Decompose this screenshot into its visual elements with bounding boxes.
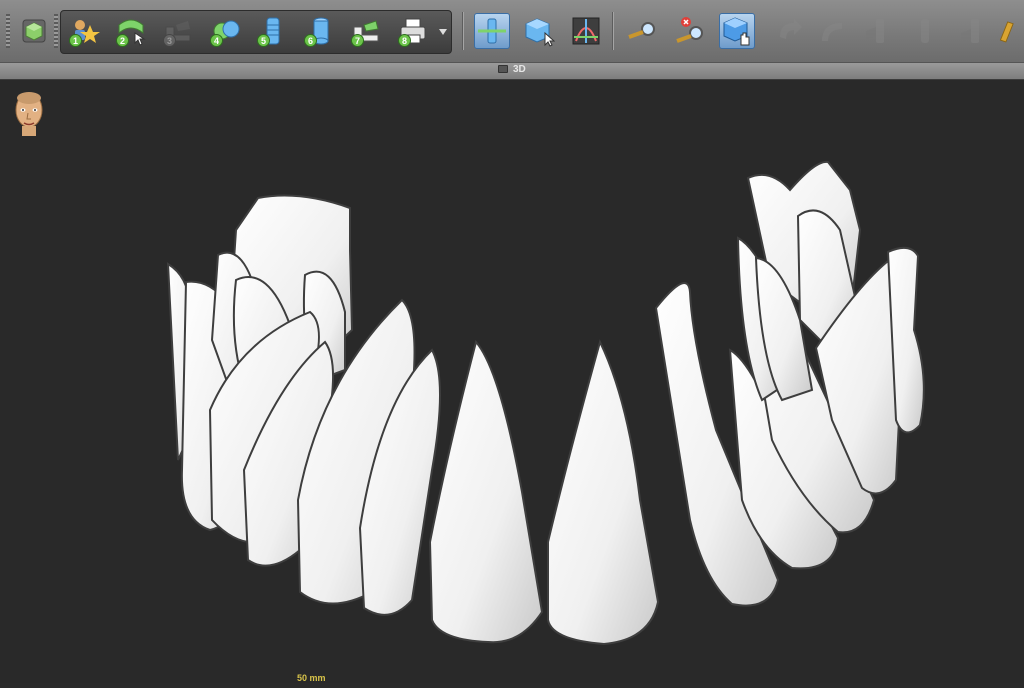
undo-button[interactable] [770,13,806,49]
workflow-step-5-button[interactable]: 5 [254,13,290,49]
redo-button[interactable] [814,13,850,49]
slice-icon [866,19,884,43]
left-central-incisor [428,339,544,644]
viewport-title-bar: 3D [0,63,1024,80]
slice-icon [961,19,979,43]
ruler-icon [999,21,1014,43]
step-number-badge: 2 [116,34,129,47]
workflow-step-8-button[interactable]: 8 [395,13,431,49]
workflow-step-7-button[interactable]: 7 [348,13,384,49]
chevron-down-icon [439,29,447,35]
workflow-step-3-button[interactable]: 3 [160,13,196,49]
step-number-badge: 8 [398,34,411,47]
toolbar-grip[interactable] [6,14,10,48]
magnifier-delete-icon [676,17,703,43]
implant-axis-icon [478,18,506,44]
cube-hand-icon [723,17,750,46]
workflow-step-6-button[interactable]: 6 [301,13,337,49]
camera-icon [498,65,509,74]
head-orientation-icon[interactable] [10,88,48,136]
workflow-step-1-button[interactable]: 1 [66,13,102,49]
redo-arrow-icon [822,23,842,41]
toolbar-separator [462,12,464,50]
right-central-incisor [547,339,660,646]
slice-center-button[interactable] [907,13,943,49]
axes-icon [572,17,600,45]
step-number-badge: 6 [304,34,317,47]
step-number-badge: 7 [351,34,364,47]
toolbar-separator [612,12,614,50]
measure-button[interactable] [624,13,660,49]
workflow-step-2-button[interactable]: 2 [113,13,149,49]
step-number-badge: 4 [210,34,223,47]
cube-select-icon [525,18,555,47]
step-number-badge: 3 [163,34,176,47]
select-object-button[interactable] [521,13,557,49]
overflow-tool-button[interactable] [995,13,1024,49]
toolbar-grip[interactable] [54,14,58,48]
viewport-title-text: 3D [512,64,526,75]
viewport-title: 3D [0,64,1024,75]
head-model-icon [15,92,43,136]
undo-arrow-icon [780,19,802,39]
magnifier-icon [628,22,655,39]
workflow-more-dropdown[interactable] [436,13,450,49]
3d-select-button[interactable] [719,13,755,49]
step-number-badge: 1 [69,34,82,47]
main-toolbar: 1 2 3 4 5 6 7 8 [0,0,1024,63]
cube-icon [22,19,46,43]
view-cube-button[interactable] [16,13,52,49]
scale-bar-label: 50 mm [297,673,326,683]
slice-left-button[interactable] [858,13,894,49]
workflow-step-4-button[interactable]: 4 [207,13,243,49]
teeth-3d-model[interactable] [0,80,1024,683]
tooth-slice-icon [921,19,929,43]
implant-view-button[interactable] [474,13,510,49]
axis-view-button[interactable] [568,13,604,49]
slice-right-button[interactable] [953,13,989,49]
step-number-badge: 5 [257,34,270,47]
3d-viewport[interactable] [0,80,1024,683]
clear-measure-button[interactable] [672,13,708,49]
